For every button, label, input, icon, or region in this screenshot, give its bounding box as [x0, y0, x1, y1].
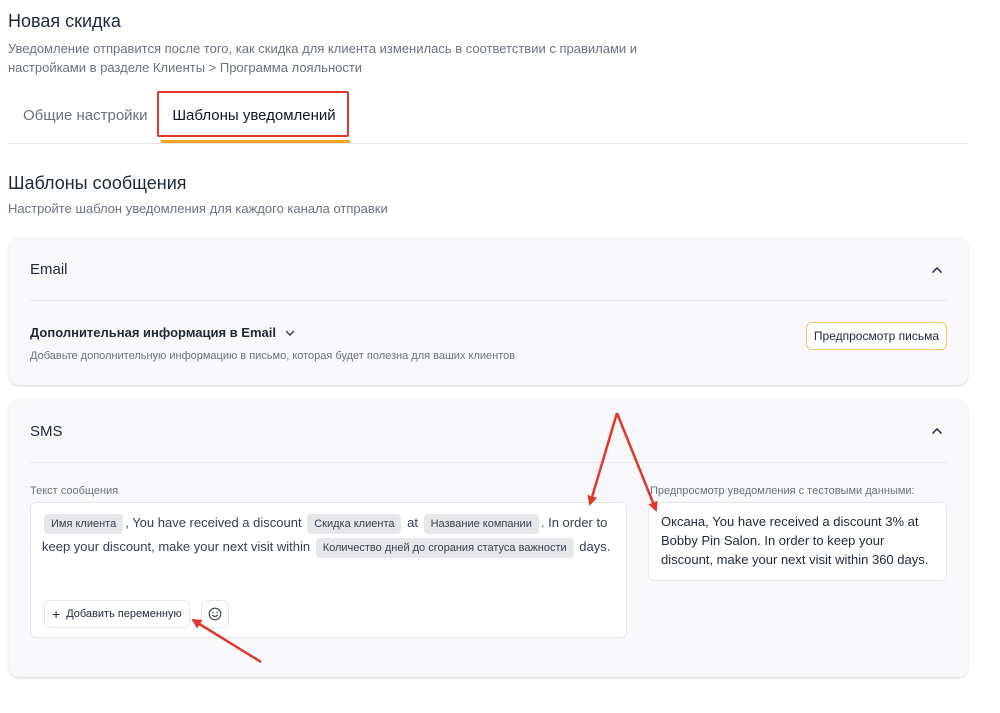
tab-general-settings[interactable]: Общие настройки: [23, 88, 148, 142]
variable-chip-discount[interactable]: Скидка клиента: [307, 513, 402, 534]
divider: [30, 462, 947, 463]
email-preview-button[interactable]: Предпросмотр письма: [805, 322, 947, 350]
tabs-bar: Общие настройки Шаблоны уведомлений: [8, 88, 968, 144]
email-card-title: Email: [30, 261, 68, 278]
smiley-icon: [208, 607, 222, 621]
chevron-down-icon: [285, 330, 295, 336]
page-title: Новая скидка: [8, 11, 121, 31]
extra-info-title: Дополнительная информация в Email: [30, 325, 276, 340]
section-description: Настройте шаблон уведомления для каждого…: [8, 201, 388, 216]
section-title: Шаблоны сообщения: [8, 173, 187, 193]
chevron-up-icon[interactable]: [930, 424, 944, 438]
email-card: Email Дополнительная информация в Email …: [9, 238, 968, 385]
sms-preview: Оксана, You have received a discount 3% …: [648, 502, 947, 581]
page-description: Уведомление отправится после того, как с…: [8, 41, 638, 75]
extra-info-description: Добавьте дополнительную информацию в пис…: [30, 350, 516, 362]
chevron-up-icon[interactable]: [930, 263, 944, 277]
divider: [30, 300, 947, 301]
message-label: Текст сообщения: [30, 485, 119, 497]
add-variable-label: Добавить переменную: [66, 608, 182, 620]
variable-chip-client-name[interactable]: Имя клиента: [44, 513, 124, 534]
preview-label: Предпросмотр уведомления с тестовыми дан…: [650, 485, 915, 497]
plus-icon: +: [52, 606, 61, 622]
extra-info-toggle[interactable]: Дополнительная информация в Email: [30, 325, 296, 340]
message-fragment: , You have received a discount: [125, 515, 302, 530]
message-editor[interactable]: Имя клиента, You have received a discoun…: [30, 502, 627, 638]
sms-card: SMS Текст сообщения Имя клиента, You hav…: [9, 400, 968, 677]
variable-chip-days[interactable]: Количество дней до сгорания статуса важн…: [315, 537, 574, 558]
emoji-button[interactable]: [201, 600, 229, 628]
variable-chip-company[interactable]: Название компании: [423, 513, 539, 534]
message-fragment: at: [407, 515, 418, 530]
add-variable-button[interactable]: + Добавить переменную: [44, 600, 190, 628]
active-tab-underline: [161, 140, 350, 143]
message-fragment: days.: [579, 539, 611, 554]
tab-notification-templates[interactable]: Шаблоны уведомлений: [158, 88, 350, 143]
tab-label: Шаблоны уведомлений: [172, 106, 336, 124]
message-text: Имя клиента, You have received a discoun…: [42, 511, 622, 559]
sms-card-title: SMS: [30, 423, 63, 440]
